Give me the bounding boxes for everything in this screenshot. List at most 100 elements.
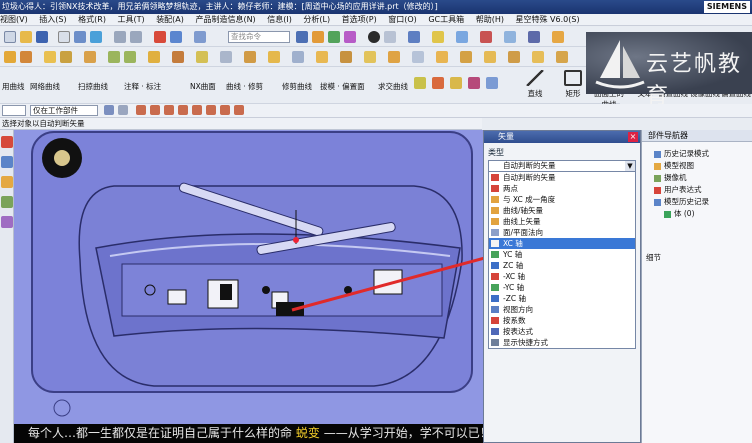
tool-label[interactable]: NX曲面 (190, 81, 216, 92)
tool-label[interactable]: 用曲线 (2, 81, 25, 92)
menu-insert[interactable]: 插入(S) (39, 15, 66, 24)
snap-point-icon[interactable] (178, 105, 188, 115)
option-by-coefficients[interactable]: 按系数 (489, 315, 635, 326)
scope-dropdown[interactable]: 仅在工作部件 (30, 105, 98, 116)
vector-type-dropdown[interactable]: 自动判断的矢量 ▼ (488, 160, 636, 172)
shell-icon[interactable] (196, 51, 208, 63)
line-button[interactable]: 直线 (518, 70, 552, 100)
n-sided-surface-icon[interactable] (508, 51, 520, 63)
sketch-icon[interactable] (436, 51, 448, 63)
selection-filter-dropdown[interactable] (2, 105, 26, 116)
command-search-input[interactable]: 查找命令 (228, 31, 290, 43)
rotate-icon[interactable] (328, 31, 340, 43)
menu-tools[interactable]: 工具(T) (118, 15, 145, 24)
option-view-direction[interactable]: 视图方向 (489, 304, 635, 315)
nav-item-model-views[interactable]: 模型视图 (654, 160, 694, 171)
paste-icon[interactable] (90, 31, 102, 43)
orient-view-icon[interactable] (384, 31, 396, 43)
ruled-icon[interactable] (556, 51, 568, 63)
nav-item-model-history[interactable]: 模型历史记录 (654, 196, 709, 207)
render-style-icon[interactable] (368, 31, 380, 43)
zoom-icon[interactable] (312, 31, 324, 43)
surface-tool-icon[interactable] (486, 77, 498, 89)
option-inferred[interactable]: 自动判断的矢量 (489, 172, 635, 183)
menu-info[interactable]: 信息(I) (267, 15, 292, 24)
offset-face-icon[interactable] (316, 51, 328, 63)
select-tool-icon[interactable] (104, 105, 114, 115)
option-neg-zc-axis[interactable]: -ZC 轴 (489, 293, 635, 304)
close-icon[interactable]: × (628, 132, 638, 142)
surface-tool-icon[interactable] (432, 77, 444, 89)
fit-view-icon[interactable] (296, 31, 308, 43)
replace-face-icon[interactable] (340, 51, 352, 63)
option-xc-axis[interactable]: XC 轴 (489, 238, 635, 249)
option-show-shortcuts[interactable]: 显示快捷方式 (489, 337, 635, 348)
part-model[interactable] (14, 130, 484, 443)
show-hide-icon[interactable] (170, 31, 182, 43)
sew-icon[interactable] (364, 51, 376, 63)
graphics-viewport[interactable] (14, 130, 484, 443)
snap-icon[interactable] (194, 31, 206, 43)
option-by-expression[interactable]: 按表达式 (489, 326, 635, 337)
history-icon[interactable] (1, 196, 13, 208)
vector-dialog[interactable]: 矢量 × 类型 自动判断的矢量 ▼ 自动判断的矢量 两点 与 XC 成一角度 曲… (483, 130, 641, 443)
subtract-icon[interactable] (124, 51, 136, 63)
extrude-icon[interactable] (4, 51, 16, 63)
tool-label[interactable]: 注释 · 标注 (124, 81, 161, 92)
menu-plugin[interactable]: 星空特殊 V6.0(S) (516, 15, 580, 24)
part-navigator-icon[interactable] (1, 136, 13, 148)
chamfer-icon[interactable] (172, 51, 184, 63)
tool-label[interactable]: 求交曲线 (378, 81, 408, 92)
select-tool-icon[interactable] (118, 105, 128, 115)
undo-icon[interactable] (114, 31, 126, 43)
tool-label[interactable]: 修剪曲线 (282, 81, 312, 92)
roles-icon[interactable] (1, 216, 13, 228)
measure-icon[interactable] (480, 31, 492, 43)
boss-icon[interactable] (60, 51, 72, 63)
tool-label[interactable]: 网络曲线 (30, 81, 60, 92)
snap-point-icon[interactable] (206, 105, 216, 115)
nav-item-body[interactable]: 体 (0) (664, 208, 695, 219)
wcs-icon[interactable] (504, 31, 516, 43)
pocket-icon[interactable] (84, 51, 96, 63)
save-icon[interactable] (36, 31, 48, 43)
menu-view[interactable]: 视图(V) (0, 15, 28, 24)
option-neg-xc-axis[interactable]: -XC 轴 (489, 271, 635, 282)
rectangle-button[interactable]: 矩形 (556, 70, 590, 100)
option-on-curve[interactable]: 曲线上矢量 (489, 216, 635, 227)
snap-point-icon[interactable] (164, 105, 174, 115)
work-layer-icon[interactable] (408, 31, 420, 43)
pattern-icon[interactable] (268, 51, 280, 63)
snap-point-icon[interactable] (234, 105, 244, 115)
pan-icon[interactable] (344, 31, 356, 43)
thicken-icon[interactable] (388, 51, 400, 63)
surface-tool-icon[interactable] (468, 77, 480, 89)
open-folder-icon[interactable] (20, 31, 32, 43)
assembly-navigator-icon[interactable] (1, 156, 13, 168)
menu-gc-toolbox[interactable]: GC工具箱 (428, 15, 464, 24)
analysis-icon[interactable] (552, 31, 564, 43)
tool-label[interactable]: 曲线 · 修剪 (226, 81, 263, 92)
nav-item-history-mode[interactable]: 历史记录模式 (654, 148, 709, 159)
nav-item-cameras[interactable]: 摄像机 (654, 172, 687, 183)
layer-settings-icon[interactable] (528, 31, 540, 43)
menu-assembly[interactable]: 装配(A) (156, 15, 184, 24)
snap-point-icon[interactable] (192, 105, 202, 115)
option-zc-axis[interactable]: ZC 轴 (489, 260, 635, 271)
option-two-points[interactable]: 两点 (489, 183, 635, 194)
datum-plane-icon[interactable] (412, 51, 424, 63)
snap-point-icon[interactable] (150, 105, 160, 115)
menu-help[interactable]: 帮助(H) (476, 15, 504, 24)
new-file-icon[interactable] (4, 31, 16, 43)
draft-icon[interactable] (244, 51, 256, 63)
cut-icon[interactable] (58, 31, 70, 43)
tool-label[interactable]: 拔模 · 偏置面 (320, 81, 365, 92)
hole-icon[interactable] (44, 51, 56, 63)
option-angle-to-xc[interactable]: 与 XC 成一角度 (489, 194, 635, 205)
menu-pmi[interactable]: 产品制造信息(N) (195, 15, 255, 24)
tool-label[interactable]: 扫掠曲线 (78, 81, 108, 92)
revolve-icon[interactable] (20, 51, 32, 63)
chevron-down-icon[interactable]: ▼ (625, 161, 635, 171)
surface-tool-icon[interactable] (450, 77, 462, 89)
nav-item-user-expressions[interactable]: 用户表达式 (654, 184, 702, 195)
